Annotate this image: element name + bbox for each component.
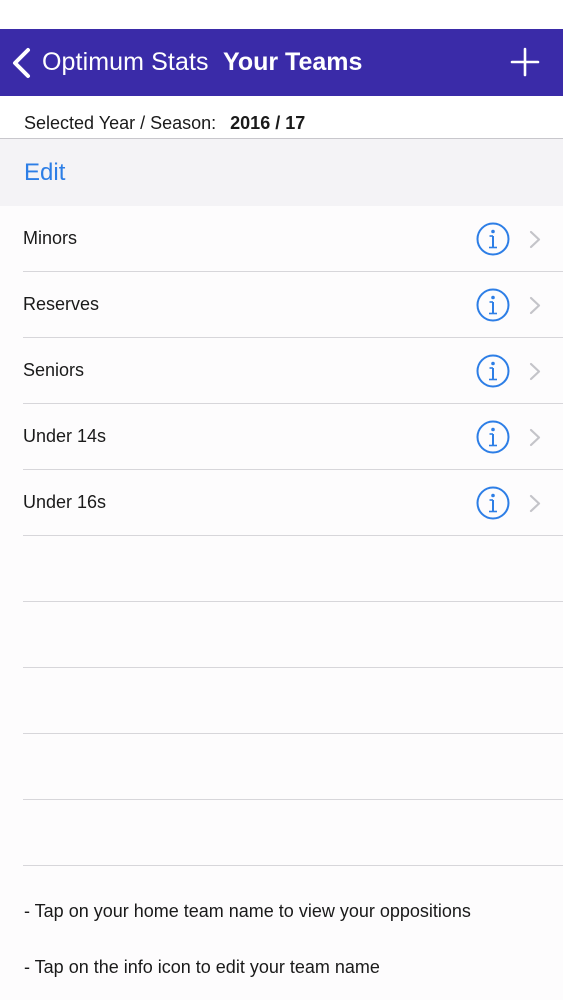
season-label: Selected Year / Season: — [24, 112, 217, 133]
empty-list-row — [23, 536, 563, 602]
empty-list-area — [0, 536, 563, 866]
team-name: Minors — [23, 228, 78, 248]
chevron-right-icon — [529, 494, 541, 513]
edit-button[interactable]: Edit — [24, 159, 65, 187]
team-list: Minors Reserves Seniors Under 14s Under … — [0, 206, 563, 536]
page-title: Your Teams — [223, 48, 363, 76]
back-button-label: Optimum Stats — [42, 48, 209, 76]
team-row[interactable]: Minors — [23, 206, 563, 272]
team-row[interactable]: Seniors — [23, 338, 563, 404]
edit-toolbar: Edit — [0, 139, 563, 206]
navigation-bar: Optimum Stats Your Teams — [0, 29, 563, 96]
team-name: Under 14s — [23, 426, 107, 446]
team-row[interactable]: Reserves — [23, 272, 563, 338]
info-icon[interactable] — [476, 222, 510, 256]
info-icon[interactable] — [476, 288, 510, 322]
empty-list-row — [23, 668, 563, 734]
team-name: Under 16s — [23, 492, 107, 512]
chevron-right-icon — [529, 362, 541, 381]
season-value: 2016 / 17 — [230, 112, 306, 133]
empty-list-row — [23, 800, 563, 866]
empty-list-row — [23, 602, 563, 668]
season-selector[interactable]: Selected Year / Season: 2016 / 17 — [0, 96, 563, 139]
team-row[interactable]: Under 14s — [23, 404, 563, 470]
team-row[interactable]: Under 16s — [23, 470, 563, 536]
chevron-left-icon — [13, 47, 30, 78]
info-icon[interactable] — [476, 486, 510, 520]
status-bar — [0, 0, 563, 29]
chevron-right-icon — [529, 428, 541, 447]
help-text-info-icon: - Tap on the info icon to edit your team… — [24, 957, 380, 977]
info-icon[interactable] — [476, 420, 510, 454]
team-name: Seniors — [23, 360, 85, 380]
plus-icon[interactable] — [509, 46, 541, 78]
empty-list-row — [23, 734, 563, 800]
info-icon[interactable] — [476, 354, 510, 388]
chevron-right-icon — [529, 230, 541, 249]
chevron-right-icon — [529, 296, 541, 315]
back-button[interactable]: Optimum Stats — [10, 29, 209, 96]
team-name: Reserves — [23, 294, 100, 314]
help-text-home-team: - Tap on your home team name to view you… — [24, 901, 471, 921]
